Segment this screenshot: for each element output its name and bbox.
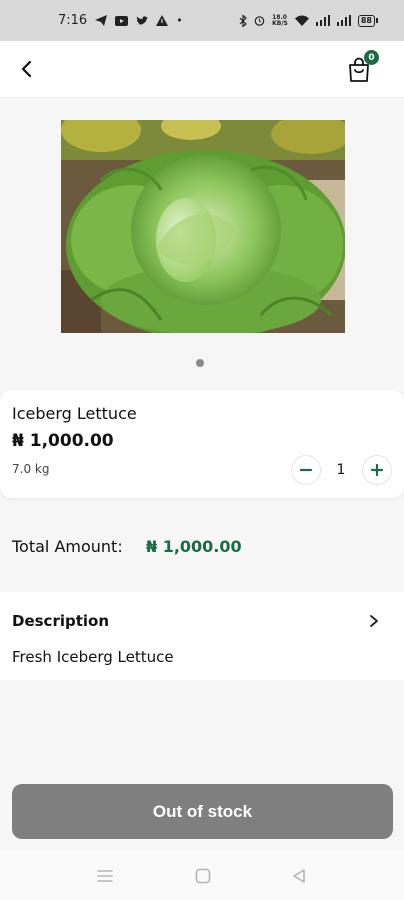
back-arrow-icon xyxy=(21,60,32,78)
twitter-icon xyxy=(136,15,149,25)
bluetooth-icon xyxy=(239,14,247,27)
dot-icon: • xyxy=(176,14,183,27)
signal-icon xyxy=(315,15,330,26)
nav-recents-button[interactable] xyxy=(96,868,114,884)
product-name: Iceberg Lettuce xyxy=(12,404,137,423)
chevron-right-icon xyxy=(370,615,378,627)
product-weight: 7.0 kg xyxy=(12,462,50,476)
battery-icon: 88 xyxy=(357,14,378,27)
plus-icon xyxy=(370,463,384,477)
alarm-icon xyxy=(254,16,265,26)
back-button[interactable] xyxy=(14,56,40,82)
status-time: 7:16 xyxy=(58,13,88,28)
data-speed: 18.0 KB/S xyxy=(272,13,288,27)
nav-back-icon xyxy=(293,869,305,883)
app-header: 0 xyxy=(0,41,404,98)
nav-home-button[interactable] xyxy=(194,868,212,884)
minus-icon xyxy=(299,468,313,472)
signal-icon-2 xyxy=(336,15,351,26)
decrease-quantity-button[interactable] xyxy=(291,455,321,485)
telegram-icon xyxy=(95,15,108,26)
status-right: 18.0 KB/S 88 xyxy=(239,13,378,27)
status-left: 7:16 • xyxy=(58,13,183,28)
nav-home-icon xyxy=(195,868,211,884)
warning-icon xyxy=(156,15,169,26)
carousel-indicator xyxy=(196,359,204,367)
total-value: ₦ 1,000.00 xyxy=(146,537,242,556)
product-card: Iceberg Lettuce ₦ 1,000.00 7.0 kg 1 xyxy=(0,390,404,498)
youtube-icon xyxy=(115,15,129,26)
cart-button[interactable]: 0 xyxy=(346,50,379,84)
description-text: Fresh Iceberg Lettuce xyxy=(12,648,174,666)
nav-menu-icon xyxy=(97,870,113,882)
description-title: Description xyxy=(12,612,110,630)
increase-quantity-button[interactable] xyxy=(362,455,392,485)
nav-back-button[interactable] xyxy=(290,868,308,884)
description-section[interactable]: Description Fresh Iceberg Lettuce xyxy=(0,592,404,680)
product-price: ₦ 1,000.00 xyxy=(12,431,114,451)
status-bar: 7:16 • 18.0 KB/S 88 xyxy=(0,0,404,41)
total-section: Total Amount: ₦ 1,000.00 xyxy=(0,510,404,582)
total-label: Total Amount: xyxy=(12,537,123,556)
wifi-icon xyxy=(294,15,309,26)
quantity-value: 1 xyxy=(336,462,346,478)
out-of-stock-button[interactable]: Out of stock xyxy=(12,784,393,839)
product-image xyxy=(61,120,345,333)
cart-count-badge: 0 xyxy=(364,50,379,65)
lettuce-image xyxy=(61,120,345,333)
